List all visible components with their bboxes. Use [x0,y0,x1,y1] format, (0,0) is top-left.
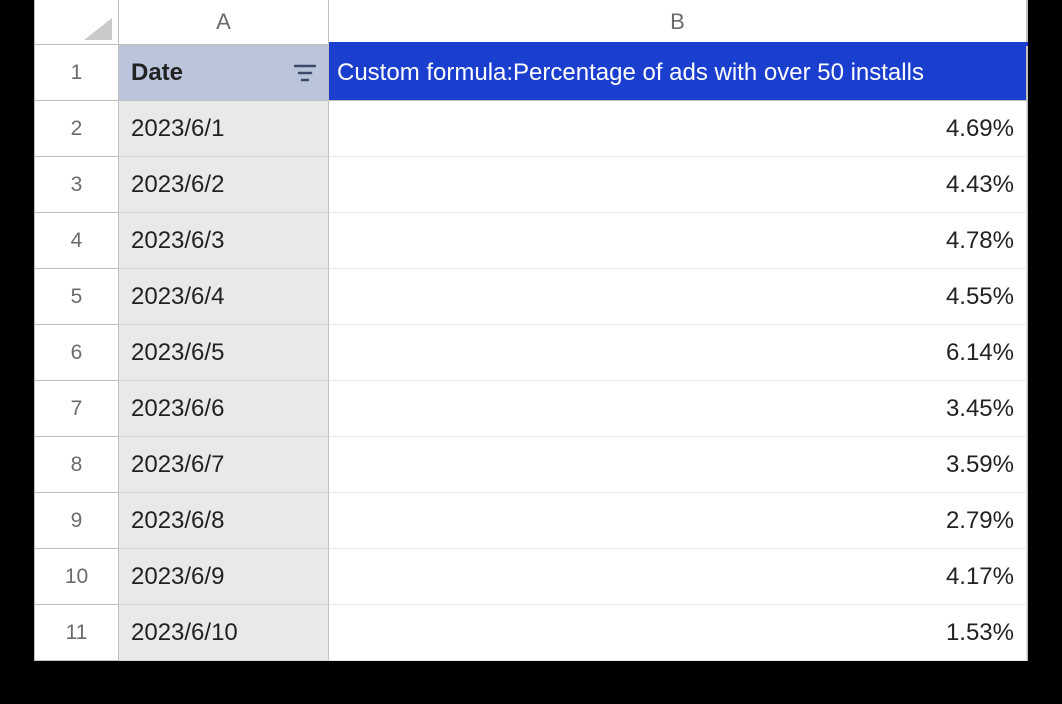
cell-date[interactable]: 2023/6/9 [119,549,329,605]
cell-date[interactable]: 2023/6/5 [119,325,329,381]
cell-value[interactable]: 4.78% [329,213,1027,269]
cell-date[interactable]: 2023/6/6 [119,381,329,437]
row-number[interactable]: 8 [35,437,119,493]
cell-date[interactable]: 2023/6/10 [119,605,329,661]
spreadsheet: A B 1 Date Custom formula:Percentage of … [34,0,1028,661]
column-header-a[interactable]: A [119,0,329,45]
cell-value[interactable]: 3.45% [329,381,1027,437]
row-number[interactable]: 9 [35,493,119,549]
cell-value[interactable]: 4.43% [329,157,1027,213]
table-row: 112023/6/101.53% [35,605,1027,661]
table-row: 62023/6/56.14% [35,325,1027,381]
table-row: 32023/6/24.43% [35,157,1027,213]
select-all-corner[interactable] [35,0,119,45]
header-formula-label: Custom formula:Percentage of ads with ov… [337,59,924,87]
table-row: 22023/6/14.69% [35,101,1027,157]
header-cell-formula[interactable]: Custom formula:Percentage of ads with ov… [329,45,1027,101]
row-number[interactable]: 7 [35,381,119,437]
row-number[interactable]: 6 [35,325,119,381]
row-number[interactable]: 2 [35,101,119,157]
header-cell-date[interactable]: Date [119,45,329,101]
table-body: 22023/6/14.69%32023/6/24.43%42023/6/34.7… [35,101,1027,661]
cell-date[interactable]: 2023/6/1 [119,101,329,157]
row-number[interactable]: 4 [35,213,119,269]
cell-date[interactable]: 2023/6/8 [119,493,329,549]
table-row: 82023/6/73.59% [35,437,1027,493]
cell-value[interactable]: 1.53% [329,605,1027,661]
row-number[interactable]: 10 [35,549,119,605]
filter-icon[interactable] [288,56,322,90]
cell-date[interactable]: 2023/6/4 [119,269,329,325]
cell-value[interactable]: 4.55% [329,269,1027,325]
cell-value[interactable]: 6.14% [329,325,1027,381]
cell-date[interactable]: 2023/6/2 [119,157,329,213]
header-date-label: Date [131,59,183,87]
table-row: 102023/6/94.17% [35,549,1027,605]
cell-value[interactable]: 2.79% [329,493,1027,549]
column-b-selection-indicator [329,42,1028,46]
table-row: 42023/6/34.78% [35,213,1027,269]
table-header-row: 1 Date Custom formula:Percentage of ads … [35,45,1027,101]
select-all-triangle-icon [84,18,112,40]
row-number[interactable]: 5 [35,269,119,325]
row-number[interactable]: 11 [35,605,119,661]
row-number[interactable]: 1 [35,45,119,101]
cell-value[interactable]: 3.59% [329,437,1027,493]
column-header-b-label: B [670,9,685,35]
cell-value[interactable]: 4.17% [329,549,1027,605]
table-row: 72023/6/63.45% [35,381,1027,437]
column-header-row: A B [35,0,1027,45]
row-number[interactable]: 3 [35,157,119,213]
table-row: 92023/6/82.79% [35,493,1027,549]
column-header-b[interactable]: B [329,0,1027,45]
cell-value[interactable]: 4.69% [329,101,1027,157]
cell-date[interactable]: 2023/6/7 [119,437,329,493]
table-row: 52023/6/44.55% [35,269,1027,325]
cell-date[interactable]: 2023/6/3 [119,213,329,269]
